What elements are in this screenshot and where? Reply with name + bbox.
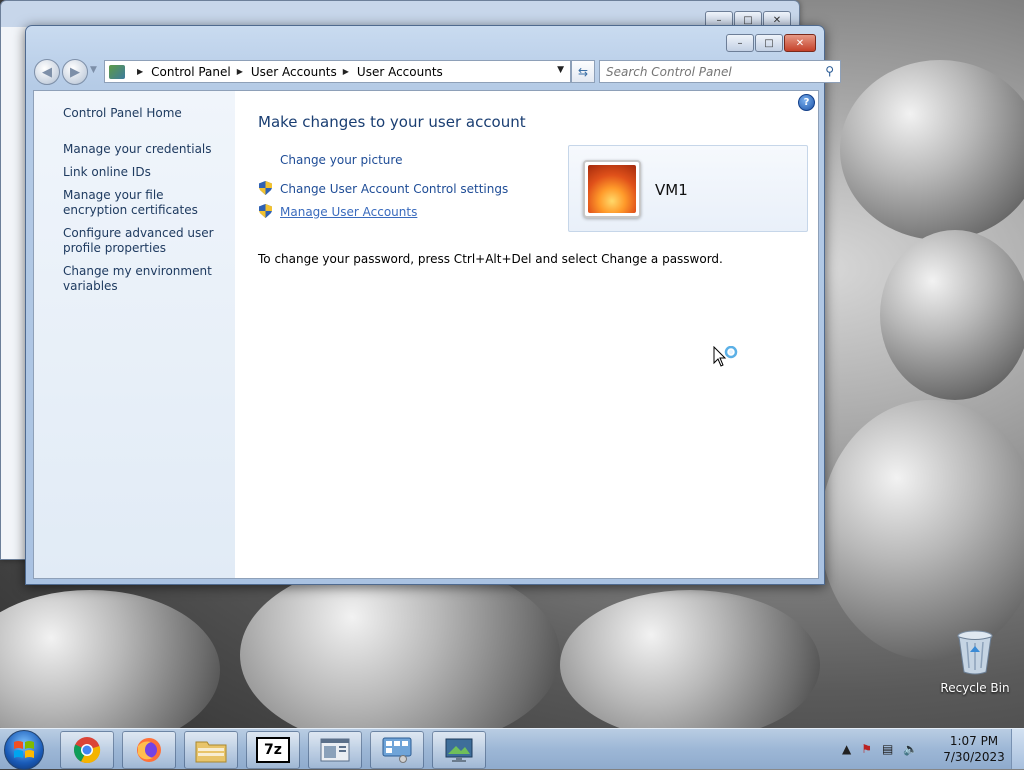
breadcrumb-user-accounts[interactable]: User Accounts xyxy=(251,65,337,79)
chrome-icon xyxy=(73,737,101,764)
taskbar-control-panel[interactable] xyxy=(370,731,424,769)
user-name: VM1 xyxy=(655,181,688,199)
windows-logo-icon xyxy=(14,741,34,758)
breadcrumb: ▶ Control Panel ▶ User Accounts ▶ User A… xyxy=(131,65,443,79)
taskbar-7zip[interactable]: 7z xyxy=(246,731,300,769)
system-tray: ▲ ⚑ ▤ 🔈 xyxy=(842,729,928,769)
recycle-bin-icon xyxy=(957,630,993,675)
taskbar: 7z ▲ ⚑ ▤ 🔈 1:07 PM 7/30/2023 xyxy=(0,728,1024,770)
recycle-bin[interactable]: Recycle Bin xyxy=(940,630,1010,695)
caption-buttons: – □ ✕ xyxy=(725,34,816,52)
clock-date: 7/30/2023 xyxy=(943,750,1005,764)
uac-shield-icon xyxy=(259,181,272,195)
sidebar-item-environment-variables[interactable]: Change my environment variables xyxy=(63,264,228,294)
clock[interactable]: 1:07 PM 7/30/2023 xyxy=(938,733,1010,765)
breadcrumb-arrow-icon[interactable]: ▶ xyxy=(237,67,243,76)
taskbar-display[interactable] xyxy=(432,731,486,769)
search-box[interactable]: ⚲ xyxy=(599,60,841,83)
navigation-bar: ◀ ▶ ▼ ▶ Control Panel ▶ User Accounts ▶ … xyxy=(34,59,841,85)
close-icon[interactable]: ✕ xyxy=(784,34,816,52)
breadcrumb-control-panel[interactable]: Control Panel xyxy=(151,65,231,79)
breadcrumb-arrow-icon[interactable]: ▶ xyxy=(343,67,349,76)
show-desktop-button[interactable] xyxy=(1011,729,1024,769)
back-button[interactable]: ◀ xyxy=(34,59,60,85)
address-dropdown-icon[interactable]: ▼ xyxy=(557,65,564,75)
taskbar-chrome[interactable] xyxy=(60,731,114,769)
help-icon[interactable]: ? xyxy=(798,94,815,111)
taskbar-firefox[interactable] xyxy=(122,731,176,769)
taskbar-app-window[interactable] xyxy=(308,731,362,769)
main-pane: ? Make changes to your user account Chan… xyxy=(235,91,818,578)
sidebar-item-credentials[interactable]: Manage your credentials xyxy=(63,142,228,157)
maximize-icon[interactable]: □ xyxy=(755,34,783,52)
password-instructions: To change your password, press Ctrl+Alt+… xyxy=(258,252,723,266)
address-bar[interactable]: ▶ Control Panel ▶ User Accounts ▶ User A… xyxy=(104,60,571,83)
change-picture-link[interactable]: Change your picture xyxy=(280,153,402,167)
refresh-icon: ⇆ xyxy=(577,64,589,79)
action-center-icon[interactable]: ⚑ xyxy=(861,742,872,756)
back-arrow-icon: ◀ xyxy=(42,64,52,80)
wallpaper-shape xyxy=(820,400,1024,660)
forward-arrow-icon: ▶ xyxy=(70,64,80,80)
volume-muted-icon[interactable]: 🔈 xyxy=(903,742,918,756)
clock-time: 1:07 PM xyxy=(949,734,999,748)
sidebar-item-encryption-certificates[interactable]: Manage your file encryption certificates xyxy=(63,188,228,218)
wallpaper-shape xyxy=(240,560,560,750)
firefox-icon xyxy=(137,738,161,762)
wallpaper-shape xyxy=(0,590,220,750)
sidebar-item-online-ids[interactable]: Link online IDs xyxy=(63,165,228,180)
uac-shield-icon xyxy=(259,204,272,218)
sidebar: Control Panel Home Manage your credentia… xyxy=(34,91,235,578)
busy-cursor-icon xyxy=(713,346,738,367)
recent-pages-dropdown-icon[interactable]: ▼ xyxy=(90,65,97,75)
search-icon[interactable]: ⚲ xyxy=(825,64,834,78)
user-picture-flower xyxy=(588,165,636,213)
control-panel-icon xyxy=(382,737,412,763)
uac-settings-link[interactable]: Change User Account Control settings xyxy=(280,182,508,196)
wallpaper-shape xyxy=(880,230,1024,400)
recycle-bin-label: Recycle Bin xyxy=(940,681,1010,695)
search-input[interactable] xyxy=(600,63,813,80)
sidebar-item-control-panel-home[interactable]: Control Panel Home xyxy=(63,106,228,121)
start-button[interactable] xyxy=(4,730,44,770)
page-title: Make changes to your user account xyxy=(258,113,526,131)
user-tile: VM1 xyxy=(568,145,808,232)
sidebar-item-profile-properties[interactable]: Configure advanced user profile properti… xyxy=(63,226,228,256)
manage-user-accounts-link[interactable]: Manage User Accounts xyxy=(280,205,417,219)
taskbar-file-explorer[interactable] xyxy=(184,731,238,769)
user-accounts-window[interactable]: – □ ✕ ◀ ▶ ▼ ▶ Control Panel ▶ User Accou… xyxy=(25,25,841,585)
show-hidden-icons-icon[interactable]: ▲ xyxy=(842,742,851,756)
breadcrumb-arrow-icon[interactable]: ▶ xyxy=(137,67,143,76)
network-icon[interactable]: ▤ xyxy=(882,742,893,756)
file-explorer-icon xyxy=(195,741,227,763)
forward-button[interactable]: ▶ xyxy=(62,59,88,85)
app-window-icon xyxy=(320,738,350,762)
display-icon xyxy=(445,738,473,762)
control-panel-icon xyxy=(109,64,125,79)
7zip-label: 7z xyxy=(264,742,282,758)
refresh-button[interactable]: ⇆ xyxy=(571,60,595,83)
wallpaper-shape xyxy=(560,590,820,740)
minimize-icon[interactable]: – xyxy=(726,34,754,52)
wallpaper-shape xyxy=(840,60,1024,240)
content-area: Control Panel Home Manage your credentia… xyxy=(33,90,819,579)
7zip-icon: 7z xyxy=(256,737,290,763)
avatar xyxy=(583,160,641,218)
breadcrumb-current[interactable]: User Accounts xyxy=(357,65,443,79)
